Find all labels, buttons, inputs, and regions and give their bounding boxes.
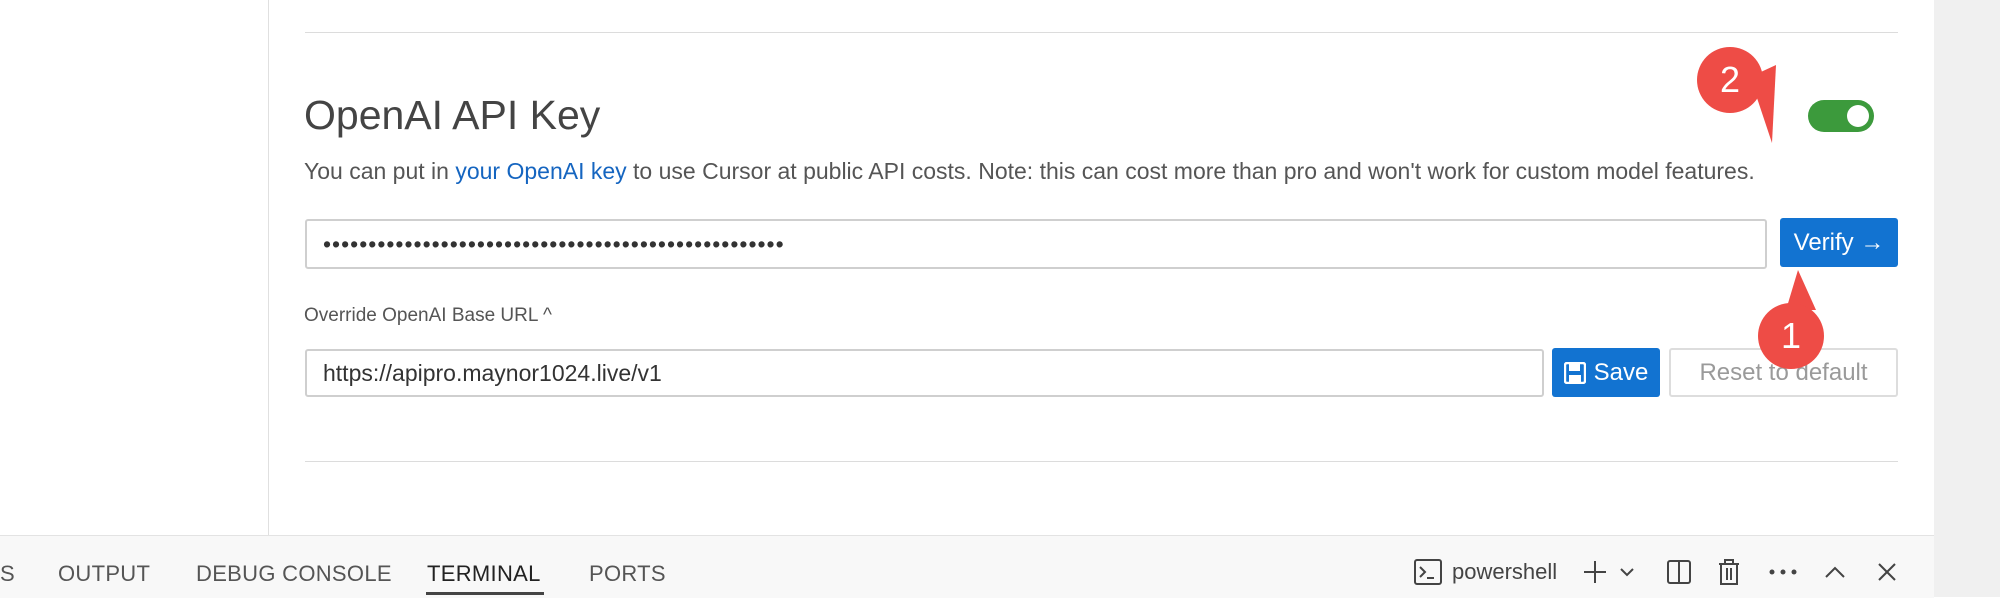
split-terminal-icon[interactable] [1664, 556, 1694, 588]
save-button[interactable]: Save [1552, 348, 1660, 397]
section-description: You can put in your OpenAI key to use Cu… [304, 158, 1755, 185]
active-tab-indicator [426, 592, 544, 595]
save-icon [1563, 361, 1586, 384]
terminal-icon[interactable] [1412, 556, 1444, 588]
chevron-up-icon[interactable] [1820, 556, 1850, 588]
api-key-input[interactable] [305, 219, 1767, 269]
chevron-down-icon[interactable] [1616, 556, 1638, 588]
scrollbar-track[interactable] [1934, 0, 2000, 597]
tab-ports[interactable]: PORTS [589, 561, 666, 587]
save-button-label: Save [1593, 358, 1649, 386]
section-divider-top [305, 32, 1898, 33]
plus-icon[interactable] [1580, 556, 1610, 588]
openai-key-link[interactable]: your OpenAI key [455, 158, 626, 184]
terminal-shell-label[interactable]: powershell [1452, 559, 1557, 585]
tab-output[interactable]: OUTPUT [58, 561, 150, 587]
tab-terminal[interactable]: TERMINAL [427, 561, 541, 587]
description-prefix: You can put in [304, 158, 456, 184]
verify-button[interactable]: Verify → [1780, 218, 1898, 267]
base-url-input[interactable] [305, 349, 1544, 397]
more-icon[interactable] [1766, 556, 1800, 588]
annotation-badge-1: 1 [1758, 303, 1824, 369]
tab-debug-console[interactable]: DEBUG CONSOLE [196, 561, 392, 587]
annotation-badge-2: 2 [1697, 47, 1763, 113]
toggle-knob [1847, 105, 1869, 127]
trash-icon[interactable] [1714, 556, 1744, 588]
close-icon[interactable] [1872, 556, 1902, 588]
section-divider-bottom [305, 461, 1898, 462]
left-pane [0, 0, 269, 535]
tab-problems[interactable]: S [0, 561, 15, 587]
section-title: OpenAI API Key [304, 92, 601, 138]
override-base-url-toggle[interactable]: Override OpenAI Base URL ^ [304, 305, 552, 327]
description-suffix: to use Cursor at public API costs. Note:… [626, 158, 1755, 184]
